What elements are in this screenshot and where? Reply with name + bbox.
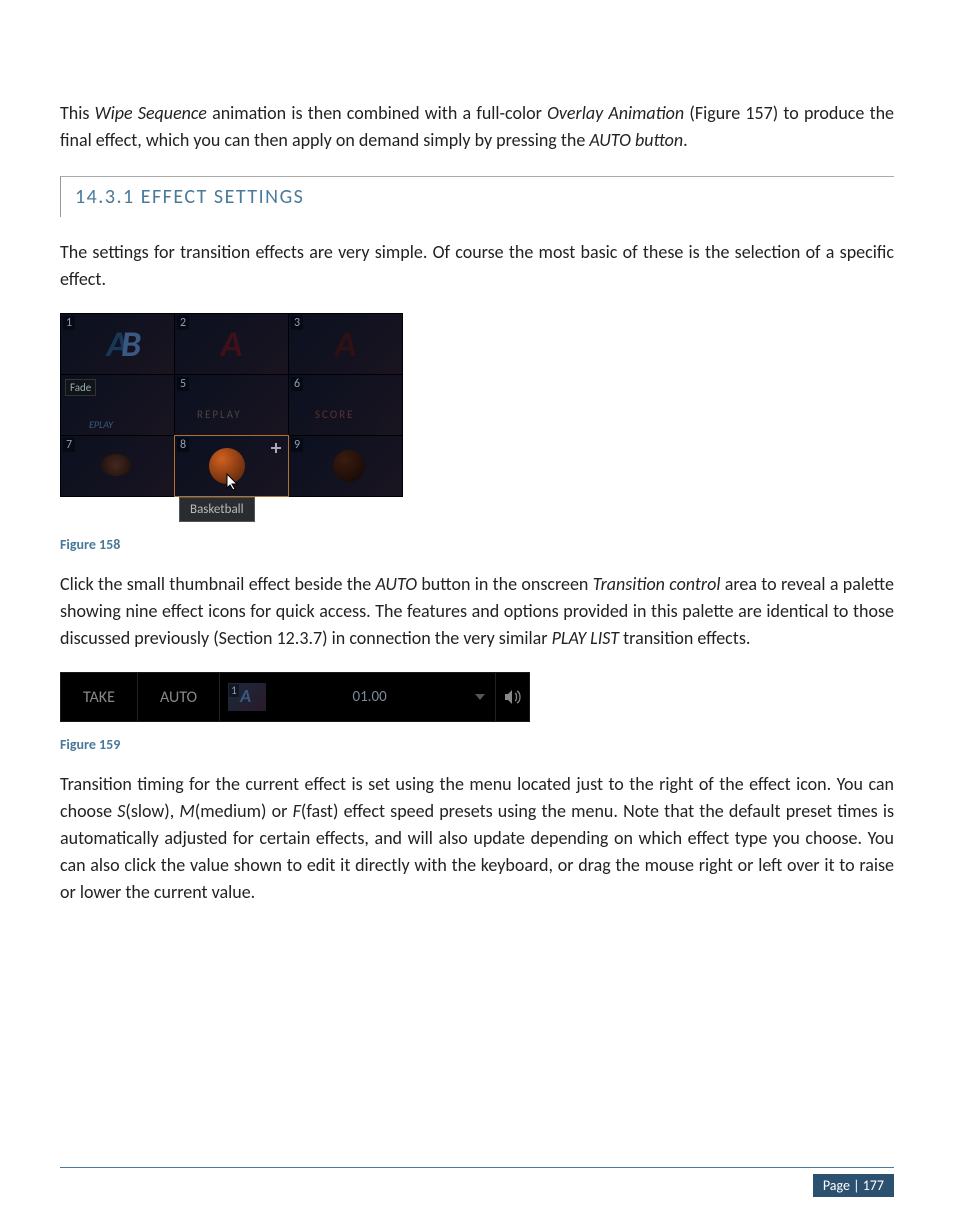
- figure-158-caption: Figure 158: [60, 536, 894, 553]
- transition-time[interactable]: 01.00: [274, 688, 465, 706]
- text: animation is then combined with a full-c…: [207, 102, 547, 124]
- chevron-down-icon[interactable]: [475, 694, 485, 700]
- effect-grid: 1 A B 2 A 3 A Fade EPLAY 5 REPLAY 6 SCOR…: [60, 313, 403, 497]
- figure-159-caption: Figure 159: [60, 736, 894, 753]
- sound-button[interactable]: [495, 673, 529, 721]
- letter-a-icon: A: [221, 322, 243, 366]
- cell-number: 6: [291, 377, 303, 391]
- cell-number: 3: [291, 316, 303, 330]
- plus-icon[interactable]: [270, 442, 282, 454]
- section-heading: 14.3.1 EFFECT SETTINGS: [75, 185, 894, 209]
- section-number: 14.3.1: [75, 185, 135, 209]
- effect-cell-2[interactable]: 2 A: [175, 314, 288, 374]
- speaker-icon: [503, 689, 523, 705]
- footer-rule: [60, 1167, 894, 1168]
- section-title: EFFECT SETTINGS: [141, 185, 305, 209]
- term-wipe-sequence: Wipe Sequence: [95, 102, 207, 124]
- replay-icon: EPLAY: [89, 418, 113, 431]
- auto-button[interactable]: AUTO: [138, 673, 220, 721]
- text: Click the small thumbnail effect beside …: [60, 573, 376, 595]
- cell-number: 7: [63, 438, 75, 452]
- term-auto: AUTO: [376, 573, 418, 595]
- section-heading-box: 14.3.1 EFFECT SETTINGS: [60, 176, 894, 217]
- replay-label: REPLAY: [197, 408, 242, 421]
- term-transition-control: Transition control: [593, 573, 721, 595]
- page-footer: Page | 177: [60, 1117, 894, 1197]
- letter-b-icon: B: [121, 322, 141, 366]
- cell-number: 2: [177, 316, 189, 330]
- cell-number: 8: [177, 438, 189, 452]
- term-overlay-animation: Overlay Animation: [547, 102, 684, 124]
- paragraph-intro: This Wipe Sequence animation is then com…: [60, 100, 894, 154]
- term-play-list: PLAY LIST: [552, 627, 619, 649]
- score-label: SCORE: [315, 408, 354, 421]
- effect-cell-9[interactable]: 9: [289, 436, 402, 496]
- term-auto-button: AUTO button: [589, 129, 683, 151]
- ball-icon: [333, 450, 365, 482]
- effect-cell-1[interactable]: 1 A B: [61, 314, 174, 374]
- effect-cell-4[interactable]: Fade EPLAY: [61, 375, 174, 435]
- thumb-number: 1: [229, 684, 239, 697]
- term-m: M: [179, 800, 194, 822]
- cell-number: 5: [177, 377, 189, 391]
- cursor-icon: [225, 472, 241, 492]
- effect-cell-8[interactable]: 8: [175, 436, 288, 496]
- cell-number: 1: [63, 316, 75, 330]
- page-number-badge: Page | 177: [813, 1174, 894, 1197]
- football-icon: [101, 454, 131, 476]
- term-f: F: [293, 800, 301, 822]
- figure-effect-grid: 1 A B 2 A 3 A Fade EPLAY 5 REPLAY 6 SCOR…: [60, 313, 894, 522]
- text: button in the onscreen: [417, 573, 593, 595]
- effect-cell-3[interactable]: 3 A: [289, 314, 402, 374]
- effect-cell-5[interactable]: 5 REPLAY: [175, 375, 288, 435]
- take-button[interactable]: TAKE: [61, 673, 138, 721]
- text: .: [683, 129, 688, 151]
- paragraph-timing: Transition timing for the current effect…: [60, 771, 894, 906]
- fade-label: Fade: [65, 379, 96, 396]
- effect-cell-7[interactable]: 7: [61, 436, 174, 496]
- paragraph-click-thumbnail: Click the small thumbnail effect beside …: [60, 571, 894, 652]
- transport-bar: TAKE AUTO 1 A 01.00: [60, 672, 530, 722]
- cell-number: 9: [291, 438, 303, 452]
- text: transition effects.: [619, 627, 750, 649]
- tooltip-basketball: Basketball: [179, 497, 255, 522]
- text: This: [60, 102, 95, 124]
- letter-a-icon: A: [240, 685, 251, 707]
- paragraph-settings: The settings for transition effects are …: [60, 239, 894, 293]
- text: (slow),: [125, 800, 179, 822]
- letter-a-icon: A: [335, 322, 357, 366]
- effect-cell-6[interactable]: 6 SCORE: [289, 375, 402, 435]
- effect-thumbnail[interactable]: 1 A: [228, 683, 266, 711]
- text: (medium) or: [195, 800, 293, 822]
